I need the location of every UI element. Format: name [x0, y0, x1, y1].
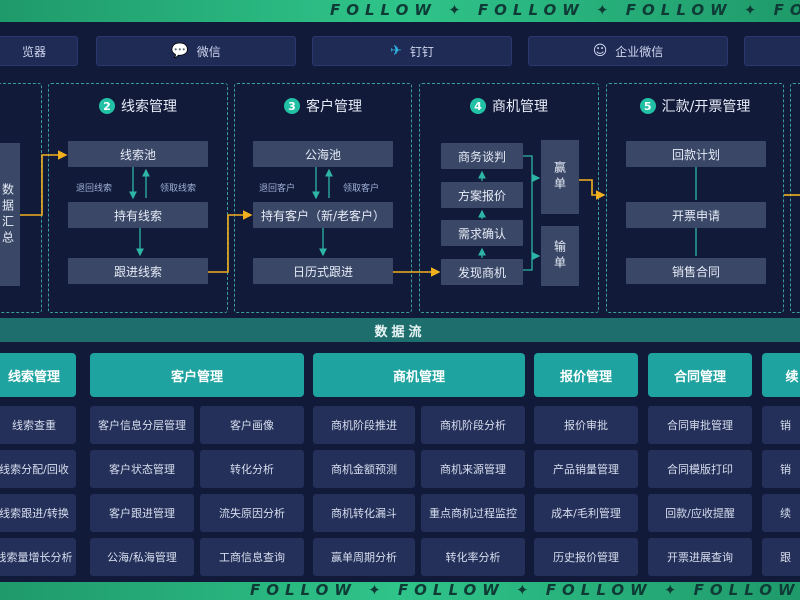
feature-cell[interactable]: 商机阶段分析: [421, 406, 525, 444]
channel-wecom[interactable]: ☺ 企业微信: [528, 36, 728, 66]
invoice-request-node: 开票申请: [626, 202, 766, 228]
category-renewal[interactable]: 续: [762, 353, 800, 397]
lost-deal-node: 输单: [541, 226, 579, 286]
category-lead[interactable]: 线索管理: [0, 353, 76, 397]
feature-cell[interactable]: 客户状态管理: [90, 450, 194, 488]
section-next: [790, 83, 800, 313]
category-customer[interactable]: 客户管理: [90, 353, 304, 397]
step-number: 3: [284, 98, 300, 114]
section-title: 2 线索管理: [48, 96, 228, 116]
section-title: 4 商机管理: [419, 96, 599, 116]
feature-cell[interactable]: 销: [762, 450, 800, 488]
channel-wechat[interactable]: 💬 微信: [96, 36, 296, 66]
step-number: 2: [99, 98, 115, 114]
public-pool-node: 公海池: [253, 141, 393, 167]
wechat-icon: 💬: [171, 43, 189, 59]
sales-contract-node: 销售合同: [626, 258, 766, 284]
data-flow-bar: 数据流: [0, 318, 800, 342]
section-title-text: 汇款/开票管理: [661, 99, 751, 115]
channel-more[interactable]: [744, 36, 800, 66]
feature-cell[interactable]: 客户信息分层管理: [90, 406, 194, 444]
feature-cell[interactable]: 产品销量管理: [534, 450, 638, 488]
feature-cell[interactable]: 合同模版打印: [648, 450, 752, 488]
negotiation-node: 商务谈判: [441, 143, 523, 169]
return-customer-label: 退回客户: [259, 184, 296, 194]
held-lead-node: 持有线索: [68, 202, 208, 228]
feature-cell[interactable]: 回款/应收提醒: [648, 494, 752, 532]
channel-label: 览器: [21, 44, 46, 59]
feature-cell[interactable]: 线索查重: [0, 406, 76, 444]
channel-label: 钉钉: [409, 44, 434, 59]
feature-cell[interactable]: 历史报价管理: [534, 538, 638, 576]
claim-customer-label: 领取客户: [343, 184, 380, 194]
follow-lead-node: 跟进线索: [68, 258, 208, 284]
feature-cell[interactable]: 转化分析: [200, 450, 304, 488]
bottom-banner: FOLLOW ✦ FOLLOW ✦ FOLLOW ✦ FOLLOW ✦ FOLL…: [0, 582, 800, 600]
dingtalk-icon: ✈: [390, 43, 402, 59]
banner-text: FOLLOW ✦ FOLLOW ✦ FOLLOW ✦ FOLLOW ✦ FOLL…: [330, 1, 800, 19]
channel-browser[interactable]: 览器: [0, 36, 78, 66]
category-contract[interactable]: 合同管理: [648, 353, 752, 397]
feature-cell[interactable]: 跟: [762, 538, 800, 576]
category-quotation[interactable]: 报价管理: [534, 353, 638, 397]
section-title-text: 客户管理: [306, 99, 362, 115]
feature-cell[interactable]: 商机阶段推进: [313, 406, 415, 444]
requirement-confirm-node: 需求确认: [441, 220, 523, 246]
claim-lead-label: 领取线索: [160, 184, 197, 194]
feature-cell[interactable]: 客户画像: [200, 406, 304, 444]
feature-cell[interactable]: 线索分配/回收: [0, 450, 76, 488]
data-summary-node: 数据汇总: [0, 143, 20, 286]
calendar-follow-node: 日历式跟进: [253, 258, 393, 284]
feature-cell[interactable]: 转化率分析: [421, 538, 525, 576]
feature-cell[interactable]: 商机转化漏斗: [313, 494, 415, 532]
feature-cell[interactable]: 线索跟进/转换: [0, 494, 76, 532]
quotation-node: 方案报价: [441, 182, 523, 208]
feature-cell[interactable]: 客户跟进管理: [90, 494, 194, 532]
feature-cell[interactable]: 销: [762, 406, 800, 444]
channel-label: 企业微信: [615, 44, 664, 59]
feature-cell[interactable]: 工商信息查询: [200, 538, 304, 576]
feature-cell[interactable]: 续: [762, 494, 800, 532]
feature-cell[interactable]: 重点商机过程监控: [421, 494, 525, 532]
banner-text: FOLLOW ✦ FOLLOW ✦ FOLLOW ✦ FOLLOW ✦ FOLL…: [250, 582, 800, 599]
feature-cell[interactable]: 线索量增长分析: [0, 538, 76, 576]
feature-cell[interactable]: 报价审批: [534, 406, 638, 444]
feature-cell[interactable]: 赢单周期分析: [313, 538, 415, 576]
section-title: 5 汇款/开票管理: [606, 96, 784, 116]
section-title-text: 线索管理: [121, 99, 177, 115]
discover-opportunity-node: 发现商机: [441, 259, 523, 285]
feature-cell[interactable]: 成本/毛利管理: [534, 494, 638, 532]
section-title-text: 商机管理: [492, 99, 548, 115]
feature-cell[interactable]: 合同审批管理: [648, 406, 752, 444]
top-banner: FOLLOW ✦ FOLLOW ✦ FOLLOW ✦ FOLLOW ✦ FOLL…: [0, 0, 800, 22]
feature-cell[interactable]: 流失原因分析: [200, 494, 304, 532]
step-number: 4: [470, 98, 486, 114]
feature-cell[interactable]: 开票进展查询: [648, 538, 752, 576]
feature-cell[interactable]: 商机来源管理: [421, 450, 525, 488]
category-opportunity[interactable]: 商机管理: [313, 353, 525, 397]
won-deal-node: 赢单: [541, 140, 579, 214]
feature-cell[interactable]: 商机金额预测: [313, 450, 415, 488]
payment-plan-node: 回款计划: [626, 141, 766, 167]
section-title: 3 客户管理: [234, 96, 412, 116]
step-number: 5: [639, 98, 656, 114]
held-customer-node: 持有客户（新/老客户）: [253, 202, 393, 228]
feature-cell[interactable]: 公海/私海管理: [90, 538, 194, 576]
wecom-icon: ☺: [592, 43, 608, 59]
return-lead-label: 退回线索: [76, 184, 113, 194]
lead-pool-node: 线索池: [68, 141, 208, 167]
channel-label: 微信: [196, 44, 221, 59]
channel-dingtalk[interactable]: ✈ 钉钉: [312, 36, 512, 66]
